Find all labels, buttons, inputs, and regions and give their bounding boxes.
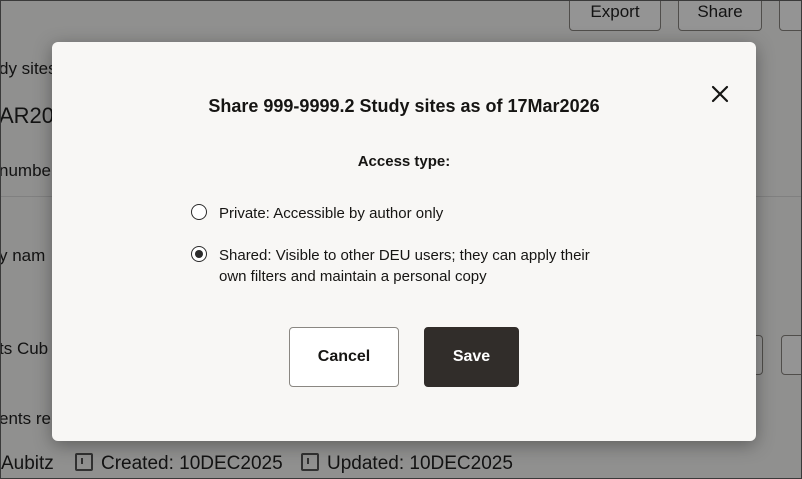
dialog-title: Share 999-9999.2 Study sites as of 17Mar… <box>208 96 600 116</box>
share-dialog: Share 999-9999.2 Study sites as of 17Mar… <box>52 42 756 441</box>
access-option-private[interactable]: Private: Accessible by author only <box>191 203 443 224</box>
access-option-shared[interactable]: Shared: Visible to other DEU users; they… <box>191 245 609 287</box>
app-window: Export Share dy sites AR202 numbe y nam … <box>0 0 802 479</box>
shared-option-label: Shared: Visible to other DEU users; they… <box>219 247 590 285</box>
private-radio[interactable] <box>191 204 207 220</box>
access-type-label: Access type: <box>357 153 451 170</box>
shared-radio[interactable] <box>191 246 207 262</box>
private-option-label: Private: Accessible by author only <box>219 205 444 222</box>
cancel-button[interactable]: Cancel <box>289 327 399 387</box>
save-button[interactable]: Save <box>424 327 519 387</box>
